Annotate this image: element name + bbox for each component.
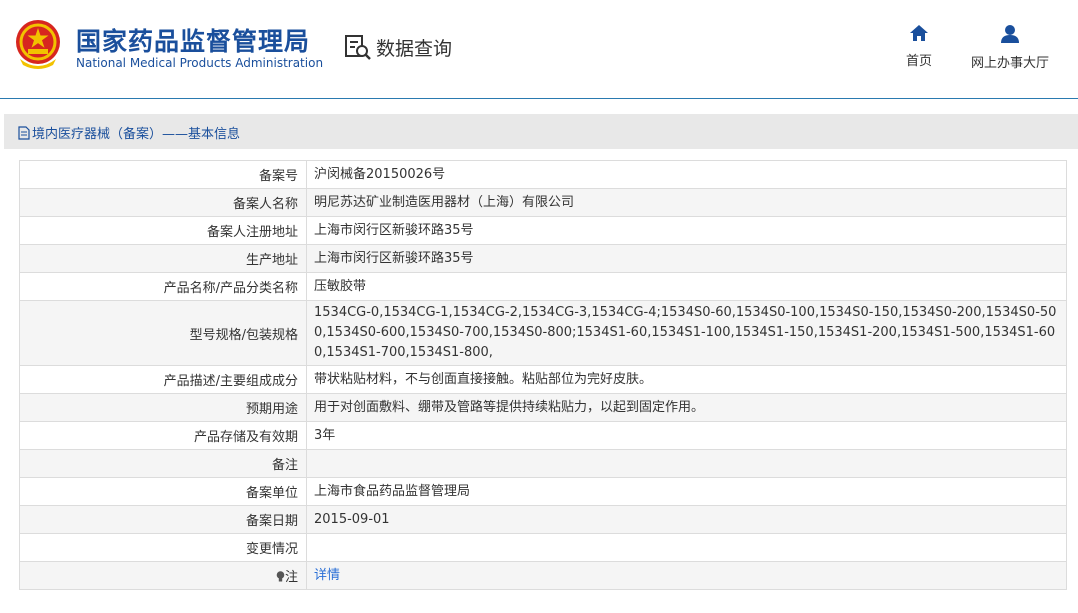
field-value: 3年 xyxy=(306,421,1067,450)
table-row: 型号规格/包装规格 1534CG-0,1534CG-1,1534CG-2,153… xyxy=(19,300,1067,366)
table-row: 产品描述/主要组成成分 带状粘贴材料，不与创面直接接触。粘贴部位为完好皮肤。 xyxy=(19,365,1067,394)
field-label: 产品描述/主要组成成分 xyxy=(19,365,307,394)
breadcrumb: 境内医疗器械（备案）——基本信息 xyxy=(4,114,1078,149)
field-value: 压敏胶带 xyxy=(306,272,1067,301)
field-label: 生产地址 xyxy=(19,244,307,273)
table-row: 备案人注册地址 上海市闵行区新骏环路35号 xyxy=(19,216,1067,245)
table-row: 变更情况 xyxy=(19,533,1067,562)
home-icon xyxy=(910,25,928,41)
data-query-icon xyxy=(345,35,371,60)
field-value xyxy=(306,449,1067,478)
data-query-label: 数据查询 xyxy=(376,37,453,60)
table-row: 产品名称/产品分类名称 压敏胶带 xyxy=(19,272,1067,301)
document-icon xyxy=(18,125,30,140)
field-label: 变更情况 xyxy=(19,533,307,562)
field-value: 上海市食品药品监督管理局 xyxy=(306,477,1067,506)
table-row: 备注 xyxy=(19,449,1067,478)
record-detail-table: 备案号 沪闵械备20150026号 备案人名称 明尼苏达矿业制造医用器材（上海）… xyxy=(19,160,1067,590)
table-row: 注 详情 xyxy=(19,561,1067,590)
field-label: 预期用途 xyxy=(19,393,307,422)
nav-home-label: 首页 xyxy=(905,54,932,69)
field-label: 产品名称/产品分类名称 xyxy=(19,272,307,301)
note-label-cell: 注 xyxy=(19,561,307,590)
field-label: 备案人名称 xyxy=(19,188,307,217)
field-value: 带状粘贴材料，不与创面直接接触。粘贴部位为完好皮肤。 xyxy=(306,365,1067,394)
field-label: 型号规格/包装规格 xyxy=(19,300,307,366)
field-value xyxy=(306,533,1067,562)
nav-service-hall[interactable]: 网上办事大厅 xyxy=(964,24,1056,71)
field-label: 备案单位 xyxy=(19,477,307,506)
site-header: 国家药品监督管理局 National Medical Products Admi… xyxy=(0,0,1078,99)
table-row: 备案日期 2015-09-01 xyxy=(19,505,1067,534)
lightbulb-icon xyxy=(276,571,285,582)
field-value: 详情 xyxy=(306,561,1067,590)
field-value: 2015-09-01 xyxy=(306,505,1067,534)
field-value: 用于对创面敷料、绷带及管路等提供持续粘贴力，以起到固定作用。 xyxy=(306,393,1067,422)
table-row: 预期用途 用于对创面敷料、绷带及管路等提供持续粘贴力，以起到固定作用。 xyxy=(19,393,1067,422)
field-label: 备注 xyxy=(19,449,307,478)
org-name-cn: 国家药品监督管理局 xyxy=(76,27,311,56)
field-value: 明尼苏达矿业制造医用器材（上海）有限公司 xyxy=(306,188,1067,217)
details-link[interactable]: 详情 xyxy=(314,568,340,583)
user-icon xyxy=(1001,25,1019,43)
field-label: 产品存储及有效期 xyxy=(19,421,307,450)
field-label: 备案人注册地址 xyxy=(19,216,307,245)
field-value: 沪闵械备20150026号 xyxy=(306,160,1067,189)
field-value: 上海市闵行区新骏环路35号 xyxy=(306,244,1067,273)
table-row: 生产地址 上海市闵行区新骏环路35号 xyxy=(19,244,1067,273)
nav-service-hall-label: 网上办事大厅 xyxy=(970,56,1049,71)
data-query-link[interactable]: 数据查询 xyxy=(344,33,452,61)
table-row: 备案单位 上海市食品药品监督管理局 xyxy=(19,477,1067,506)
field-label: 备案号 xyxy=(19,160,307,189)
national-emblem-icon xyxy=(16,20,60,69)
table-row: 备案人名称 明尼苏达矿业制造医用器材（上海）有限公司 xyxy=(19,188,1067,217)
breadcrumb-text: 境内医疗器械（备案）——基本信息 xyxy=(32,127,241,142)
table-row: 产品存储及有效期 3年 xyxy=(19,421,1067,450)
table-row: 备案号 沪闵械备20150026号 xyxy=(19,160,1067,189)
field-value: 上海市闵行区新骏环路35号 xyxy=(306,216,1067,245)
org-name-en: National Medical Products Administration xyxy=(76,56,324,70)
nav-home[interactable]: 首页 xyxy=(898,24,940,69)
note-label: 注 xyxy=(284,570,298,585)
field-label: 备案日期 xyxy=(19,505,307,534)
field-value: 1534CG-0,1534CG-1,1534CG-2,1534CG-3,1534… xyxy=(306,300,1067,366)
